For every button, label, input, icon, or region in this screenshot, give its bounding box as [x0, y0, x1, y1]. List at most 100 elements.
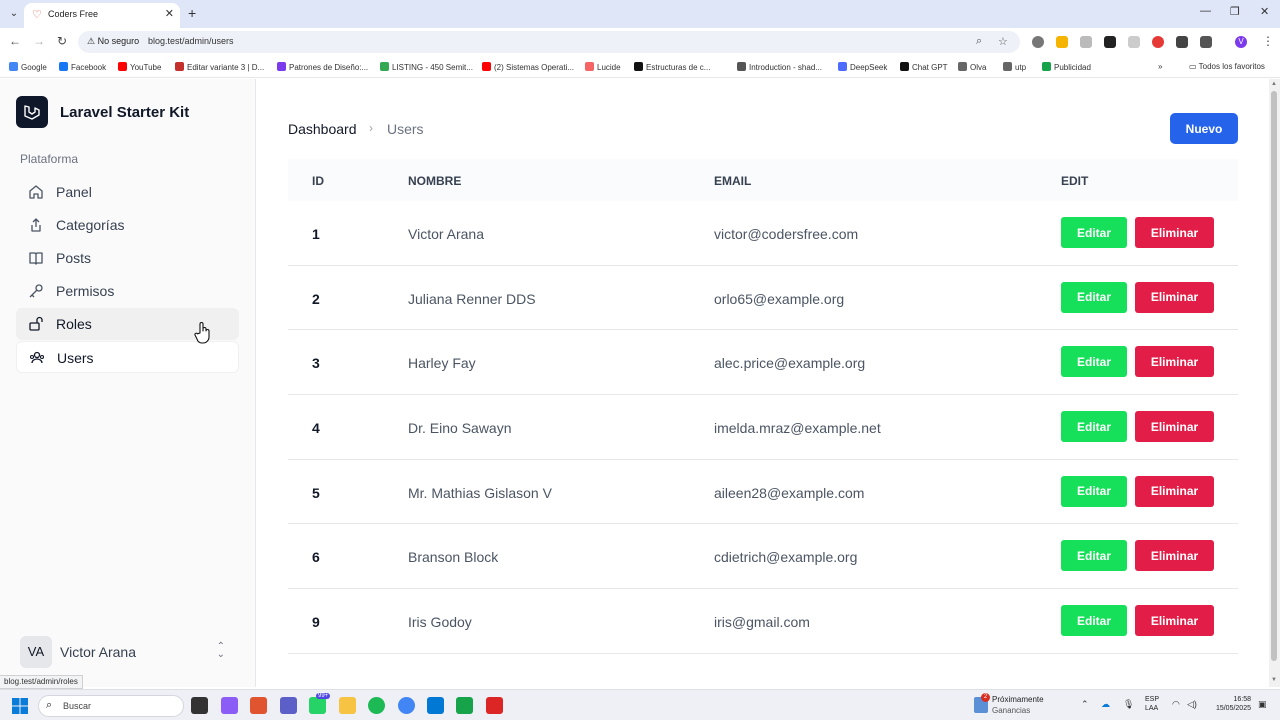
minimize-icon[interactable]: —: [1200, 5, 1211, 17]
microphone-icon[interactable]: 🎙︎: [1123, 699, 1134, 710]
bookmark-label: Facebook: [71, 63, 107, 72]
delete-button[interactable]: Eliminar: [1135, 346, 1214, 378]
sidebar-item-posts[interactable]: Posts: [16, 242, 239, 274]
extension-icon[interactable]: [1080, 36, 1092, 48]
bookmark-star-icon[interactable]: ☆: [998, 35, 1008, 48]
tab-close-icon[interactable]: ✕: [165, 7, 174, 20]
forward-icon[interactable]: →: [33, 34, 45, 48]
app-icon[interactable]: [486, 697, 503, 714]
bookmark-label: Introduction - shad...: [749, 63, 822, 72]
windows-start-icon[interactable]: [12, 698, 28, 714]
notifications-icon[interactable]: ▣: [1258, 699, 1267, 710]
bookmark-item[interactable]: (2) Sistemas Operati...: [482, 62, 574, 72]
extension-icon[interactable]: [1128, 36, 1140, 48]
profile-avatar[interactable]: V: [1235, 36, 1247, 48]
sidebar-item-categorias[interactable]: Categorías: [16, 209, 239, 241]
bookmark-item[interactable]: Patrones de Diseño:...: [277, 62, 368, 72]
delete-button[interactable]: Eliminar: [1135, 540, 1214, 572]
sidebar-item-users[interactable]: Users: [16, 341, 239, 373]
bookmark-item[interactable]: Lucide: [585, 62, 621, 72]
bookmark-item[interactable]: Olva: [958, 62, 986, 72]
spotify-icon[interactable]: [368, 697, 385, 714]
reload-icon[interactable]: ↻: [57, 34, 67, 48]
language-indicator[interactable]: ESP LAA: [1145, 695, 1159, 713]
laravel-logo-icon[interactable]: [16, 96, 48, 128]
all-bookmarks[interactable]: ▭ Todos los favoritos: [1189, 62, 1265, 71]
key-icon: [29, 284, 43, 298]
system-clock[interactable]: 16:58 15/05/2025: [1205, 695, 1251, 713]
bookmark-item[interactable]: Publicidad: [1042, 62, 1091, 72]
edit-button[interactable]: Editar: [1061, 540, 1127, 572]
file-explorer-icon[interactable]: [339, 697, 356, 714]
app-icon[interactable]: [250, 697, 267, 714]
bookmark-item[interactable]: Estructuras de c...: [634, 62, 710, 72]
bookmark-item[interactable]: LISTING - 450 Semit...: [380, 62, 473, 72]
pen-extension-icon[interactable]: [1104, 36, 1116, 48]
delete-button[interactable]: Eliminar: [1135, 605, 1214, 637]
windows-taskbar: ⌕ Buscar 99+ 2 Próximamente Ganancias ⌃ …: [0, 689, 1280, 720]
tray-overflow-icon[interactable]: ⌃: [1081, 699, 1089, 710]
bookmark-item[interactable]: Google: [9, 62, 47, 72]
address-bar[interactable]: ⚠ No seguro blog.test/admin/users ⌕ ☆: [78, 31, 1020, 53]
edit-button[interactable]: Editar: [1061, 475, 1127, 507]
copilot-icon[interactable]: [221, 697, 238, 714]
new-tab-icon[interactable]: +: [188, 5, 196, 21]
chrome-icon[interactable]: [398, 697, 415, 714]
whatsapp-icon[interactable]: [309, 697, 326, 714]
scroll-down-icon[interactable]: ▼: [1271, 677, 1277, 683]
cell-id: 1: [312, 226, 320, 242]
app-icon[interactable]: [456, 697, 473, 714]
edit-button[interactable]: Editar: [1061, 411, 1127, 443]
sidebar-item-panel[interactable]: Panel: [16, 176, 239, 208]
page-scrollbar[interactable]: ▲ ▼: [1269, 79, 1280, 687]
delete-button[interactable]: Eliminar: [1135, 475, 1214, 507]
url-text[interactable]: blog.test/admin/users: [148, 36, 234, 46]
cell-name: Mr. Mathias Gislason V: [408, 484, 552, 501]
extension-icon[interactable]: [1032, 36, 1044, 48]
security-label[interactable]: ⚠ No seguro: [87, 36, 139, 47]
bookmark-item[interactable]: YouTube: [118, 62, 161, 72]
taskbar-search[interactable]: ⌕ Buscar: [38, 695, 184, 717]
bookmark-item[interactable]: Editar variante 3 | D...: [175, 62, 264, 72]
edit-button[interactable]: Editar: [1061, 605, 1127, 637]
sidebar-item-permisos[interactable]: Permisos: [16, 275, 239, 307]
browser-tab[interactable]: ♡ Coders Free ✕: [24, 3, 180, 28]
user-menu[interactable]: VA Victor Arana ⌃ ⌄: [16, 635, 239, 669]
sidebar-item-label: Posts: [56, 250, 92, 266]
adblock-extension-icon[interactable]: [1152, 36, 1164, 48]
volume-icon[interactable]: ◁): [1187, 699, 1197, 710]
zoom-icon[interactable]: ⌕: [976, 35, 982, 48]
puzzle-extensions-icon[interactable]: [1200, 36, 1212, 48]
scroll-up-icon[interactable]: ▲: [1271, 81, 1277, 87]
browser-menu-icon[interactable]: ⋮: [1262, 34, 1274, 48]
scrollbar-thumb[interactable]: [1271, 91, 1277, 661]
onedrive-icon[interactable]: ☁: [1101, 699, 1110, 710]
edit-button[interactable]: Editar: [1061, 346, 1127, 378]
qr-extension-icon[interactable]: [1176, 36, 1188, 48]
wifi-icon[interactable]: ◠: [1172, 699, 1180, 710]
new-user-button[interactable]: Nuevo: [1170, 113, 1238, 144]
delete-button[interactable]: Eliminar: [1135, 411, 1214, 443]
edit-button[interactable]: Editar: [1061, 217, 1127, 248]
app-title[interactable]: Laravel Starter Kit: [60, 104, 189, 121]
tab-search-chevron-icon[interactable]: ⌄: [6, 6, 22, 22]
delete-button[interactable]: Eliminar: [1135, 217, 1214, 248]
bookmark-label: DeepSeek: [850, 63, 888, 72]
edit-button[interactable]: Editar: [1061, 281, 1127, 313]
bookmark-item[interactable]: Introduction - shad...: [737, 62, 822, 72]
bookmark-item[interactable]: Facebook: [59, 62, 106, 72]
bookmark-item[interactable]: DeepSeek: [838, 62, 887, 72]
teams-icon[interactable]: [280, 697, 297, 714]
window-close-icon[interactable]: ✕: [1260, 5, 1269, 18]
extension-badge-icon[interactable]: [1056, 36, 1068, 48]
bookmark-item[interactable]: Chat GPT: [900, 62, 948, 72]
back-icon[interactable]: ←: [9, 34, 21, 48]
bookmark-item[interactable]: utp: [1003, 62, 1026, 72]
cell-email: cdietrich@example.org: [714, 549, 858, 566]
vscode-icon[interactable]: [427, 697, 444, 714]
restore-icon[interactable]: ❐: [1230, 5, 1240, 18]
delete-button[interactable]: Eliminar: [1135, 281, 1214, 313]
breadcrumb-dashboard[interactable]: Dashboard: [288, 121, 357, 137]
bookmarks-overflow-icon[interactable]: »: [1158, 62, 1162, 71]
task-view-icon[interactable]: [191, 697, 208, 714]
